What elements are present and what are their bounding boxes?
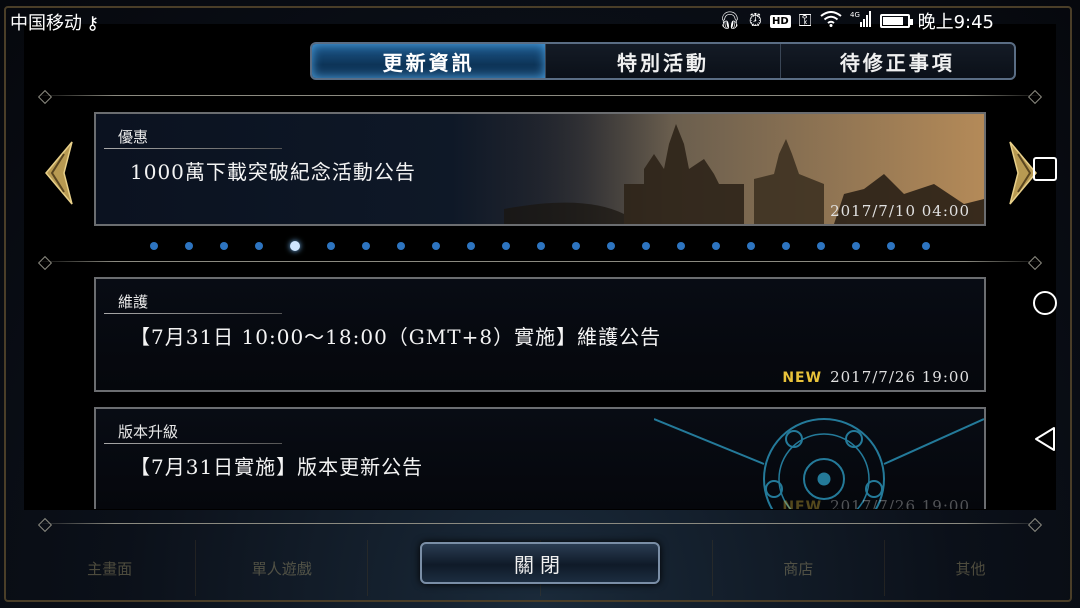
carousel-pagination [150,240,930,252]
magic-circle-illustration [654,418,984,509]
pagination-dot[interactable] [502,242,510,250]
notice-category: 維護 [118,293,149,311]
ornament-divider [34,89,1046,105]
carousel-prev-arrow-icon[interactable] [42,140,76,206]
pagination-dot[interactable] [397,242,405,250]
home-icon[interactable] [1032,290,1058,316]
pagination-dot[interactable] [852,242,860,250]
banner-title: 1000萬下載突破紀念活動公告 [130,160,416,184]
category-underline [104,148,282,149]
key-icon: ⚷ [86,13,100,34]
ornament-divider [34,517,1046,533]
pagination-dot[interactable] [922,242,930,250]
pagination-dot[interactable] [255,242,263,250]
pagination-dot[interactable] [817,242,825,250]
battery-icon [879,14,913,28]
clock: 晚上9:45 [917,12,994,33]
pagination-dot[interactable] [712,242,720,250]
close-button[interactable]: 關閉 [420,542,660,584]
notice-meta: NEW 2017/7/26 19:00 [782,368,970,386]
pagination-dot[interactable] [185,242,193,250]
bottom-nav-item: 其他 [955,559,986,578]
bottom-nav-item: 商店 [713,540,885,596]
category-underline [104,313,282,314]
tab-update-info[interactable]: 更新資訊 [312,44,547,78]
pagination-dot[interactable] [362,242,370,250]
notice-category: 版本升級 [118,423,179,441]
vpn-key-icon: ⚿ [798,11,812,31]
notice-meta: NEW 2017/7/26 19:00 [782,497,970,509]
bottom-nav-item: 單人遊戲 [196,540,369,596]
tab-known-issues[interactable]: 待修正事項 [781,44,1014,78]
banner-date: 2017/7/10 04:00 [830,202,970,220]
notice-title: 【7月31日 10:00〜18:00（GMT+8）實施】維護公告 [130,325,662,349]
android-nav-bar [1020,140,1070,470]
ornament-divider [34,255,1046,271]
pagination-dot[interactable] [782,242,790,250]
network-type: 4G [850,11,860,19]
pagination-dot[interactable] [677,242,685,250]
pagination-dot[interactable] [537,242,545,250]
hd-icon: HD [769,14,791,28]
status-bar: 中国移动 ⚷ 🎧︎ ⏰︎ HD ⚿ 4G 晚上9:45 [0,0,1080,40]
carrier-label: 中国移动 ⚷ [10,13,100,34]
notice-card-version-update[interactable]: 版本升級 【7月31日實施】版本更新公告 NEW 2017/7/26 19:00 [94,407,986,509]
bottom-nav-item: 主畫面 [24,540,197,596]
pagination-dot[interactable] [220,242,228,250]
banner-category: 優惠 [118,128,149,146]
tab-bar: 更新資訊 特別活動 待修正事項 [310,42,1016,80]
tab-special-events[interactable]: 特別活動 [546,44,781,78]
pagination-dot[interactable] [467,242,475,250]
pagination-dot[interactable] [887,242,895,250]
recent-apps-icon[interactable] [1032,156,1058,182]
notice-title: 【7月31日實施】版本更新公告 [130,455,424,479]
pagination-dot[interactable] [607,242,615,250]
alarm-icon: ⏰︎ [748,11,762,31]
pagination-dot[interactable] [432,242,440,250]
battery-level [882,17,903,25]
wifi-icon [819,10,842,32]
notice-date: 2017/7/26 19:00 [830,368,970,386]
pagination-dot[interactable] [747,242,755,250]
new-badge: NEW [782,499,823,509]
notice-date: 2017/7/26 19:00 [830,497,970,509]
pagination-dot[interactable] [327,242,335,250]
pagination-dot[interactable] [572,242,580,250]
notice-card-maintenance[interactable]: 維護 【7月31日 10:00〜18:00（GMT+8）實施】維護公告 NEW 2… [94,277,986,392]
pagination-dot[interactable] [150,242,158,250]
category-underline [104,443,282,444]
status-icons: 🎧︎ ⏰︎ HD ⚿ 4G 晚上9:45 [719,8,994,34]
signal-icon: 4G [850,10,872,33]
back-icon[interactable] [1032,426,1058,452]
headphones-icon: 🎧︎ [719,11,741,31]
new-badge: NEW [782,370,823,386]
pagination-dot-active[interactable] [290,241,300,251]
featured-banner[interactable]: 優惠 1000萬下載突破紀念活動公告 2017/7/10 04:00 [94,112,986,226]
pagination-dot[interactable] [642,242,650,250]
